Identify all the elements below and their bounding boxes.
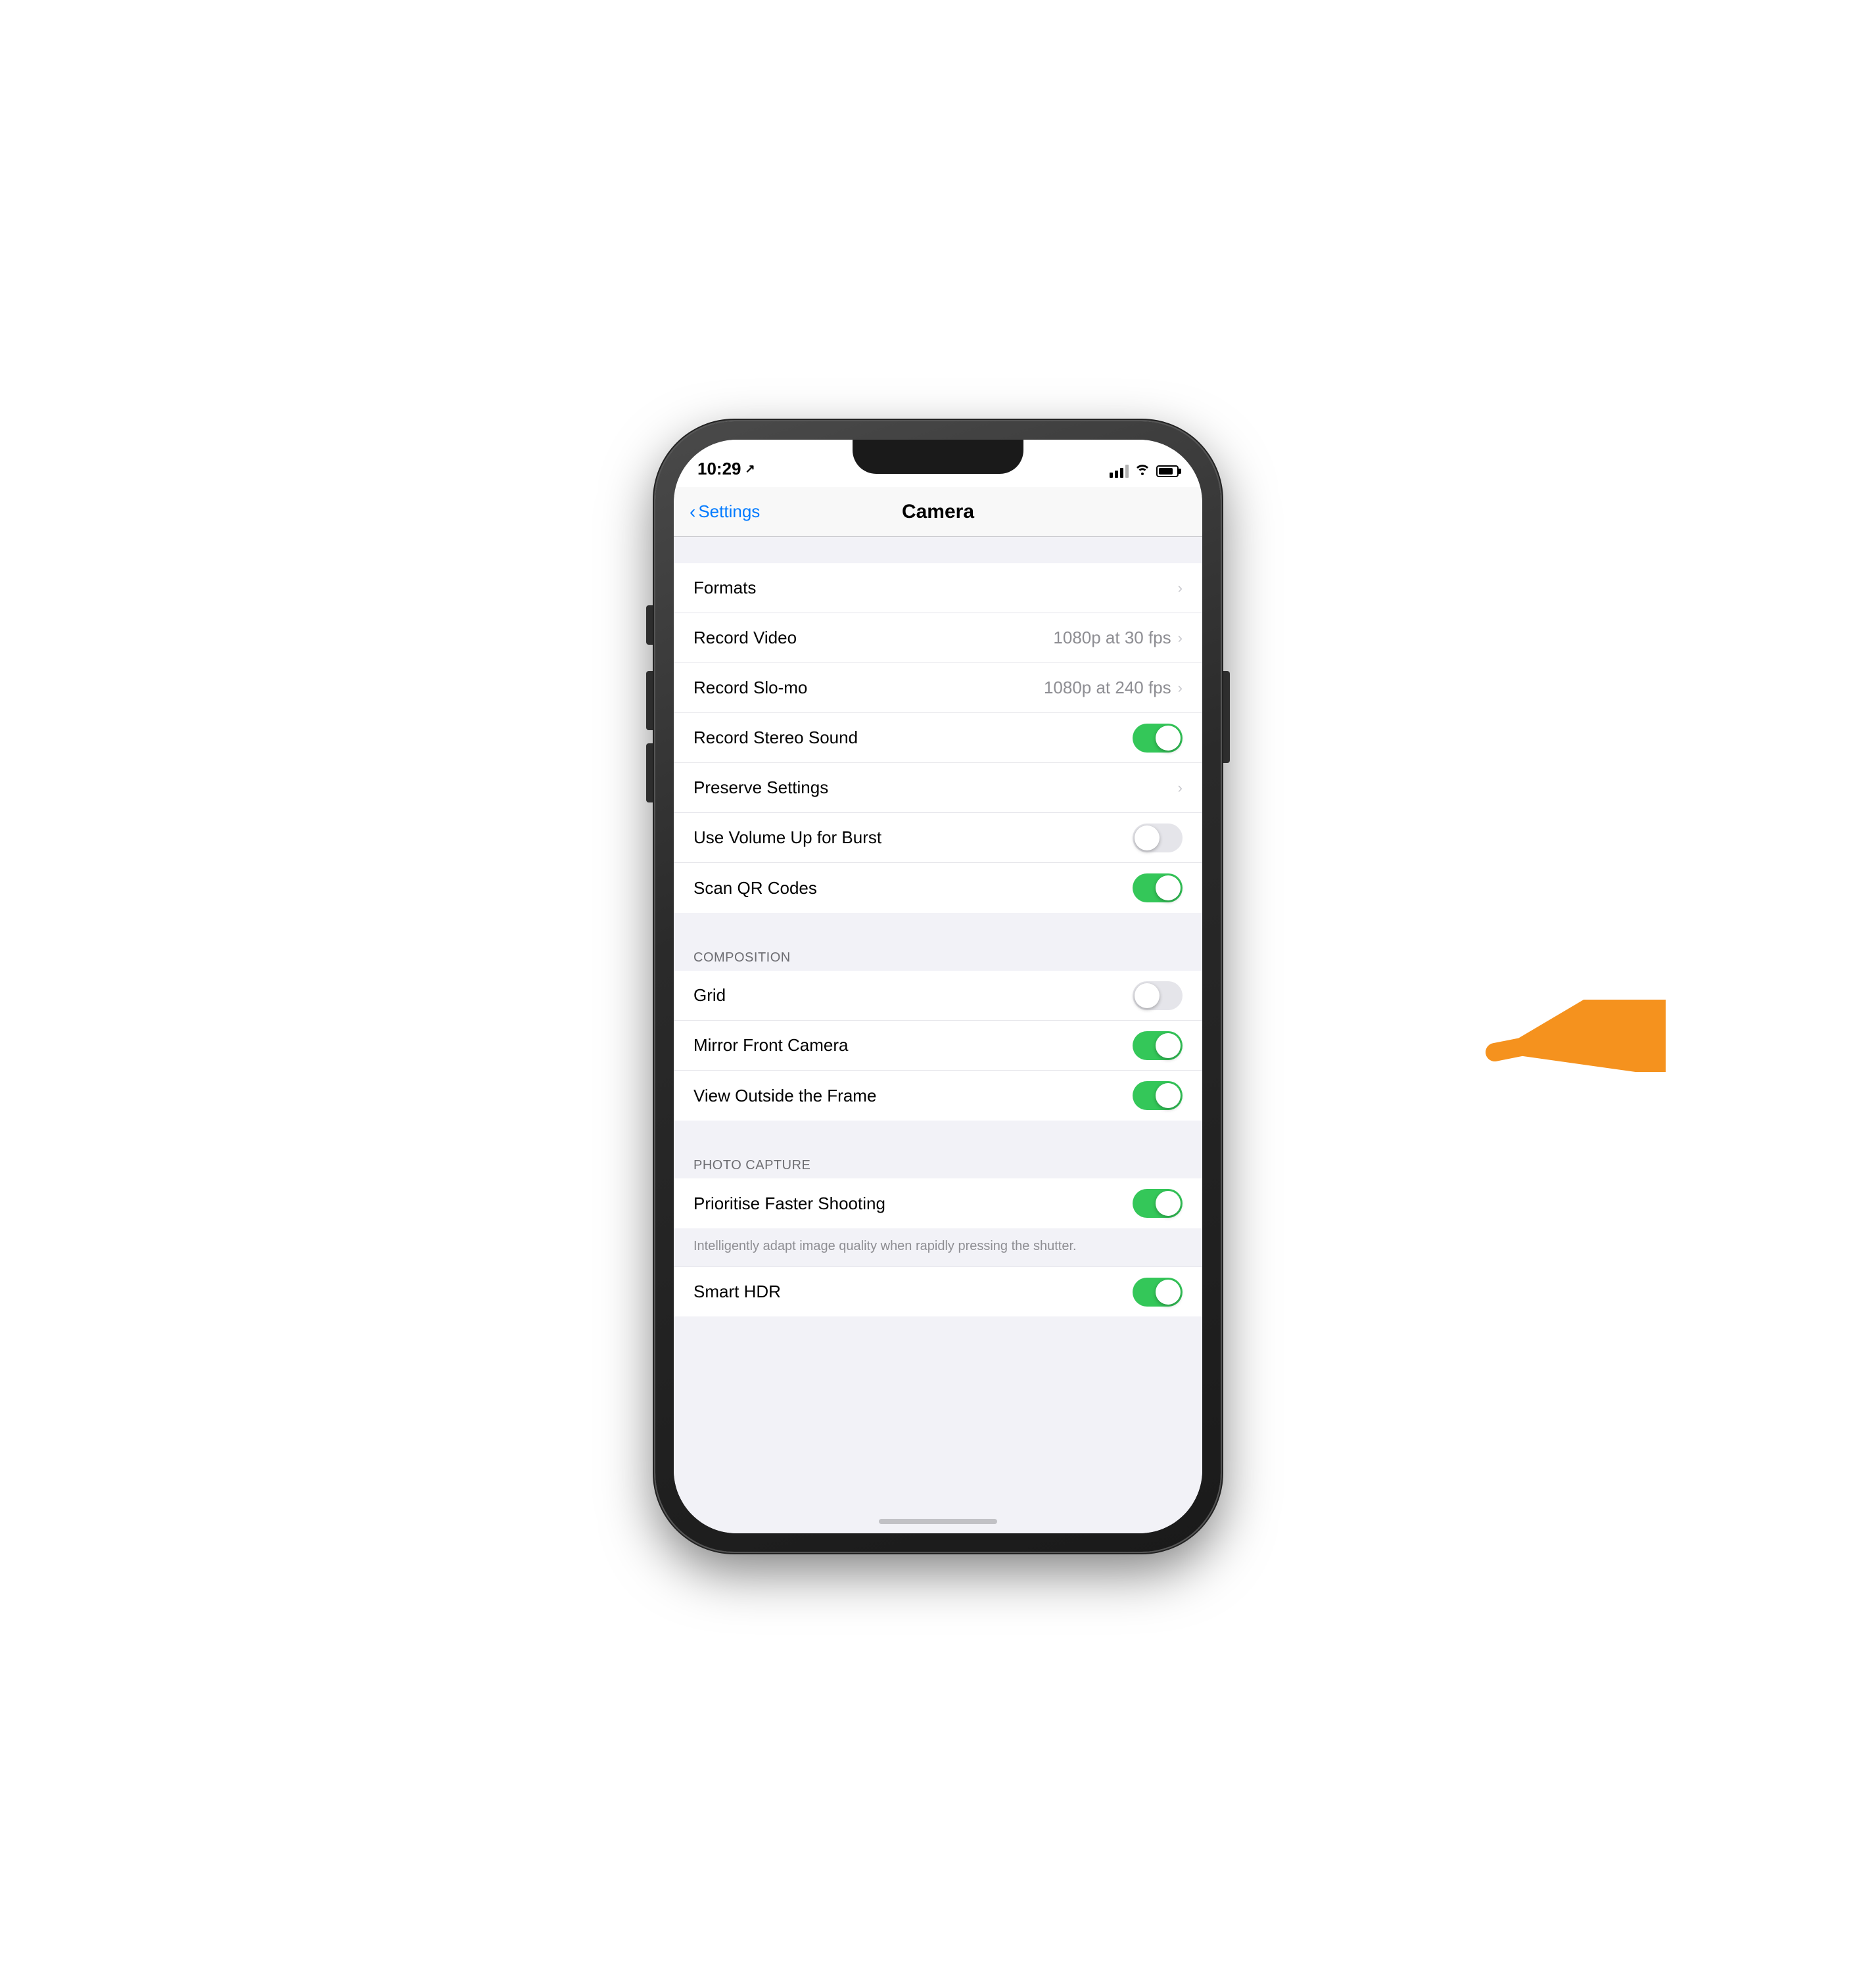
formats-right: › xyxy=(1178,580,1183,597)
faster-shooting-row: Prioritise Faster Shooting xyxy=(674,1178,1202,1228)
volume-down-button[interactable] xyxy=(646,743,655,802)
back-button[interactable]: ‹ Settings xyxy=(690,501,760,522)
photo-capture-header-label: PHOTO CAPTURE xyxy=(693,1158,810,1173)
composition-header: COMPOSITION xyxy=(674,939,1202,971)
record-slomo-chevron-icon: › xyxy=(1178,680,1183,697)
toggle-knob xyxy=(1156,1033,1181,1058)
volume-burst-label: Use Volume Up for Burst xyxy=(693,827,881,848)
top-gap xyxy=(674,537,1202,563)
smart-hdr-toggle[interactable] xyxy=(1133,1278,1183,1307)
page-title: Camera xyxy=(902,501,974,523)
composition-settings-group: Grid Mirror Front Camera View Outside th… xyxy=(674,971,1202,1121)
preserve-settings-row[interactable]: Preserve Settings › xyxy=(674,763,1202,813)
formats-label: Formats xyxy=(693,578,756,598)
back-chevron-icon: ‹ xyxy=(690,501,695,522)
scan-qr-row: Scan QR Codes xyxy=(674,863,1202,913)
record-stereo-label: Record Stereo Sound xyxy=(693,728,858,748)
grid-toggle[interactable] xyxy=(1133,981,1183,1010)
toggle-knob xyxy=(1156,1083,1181,1108)
toggle-knob xyxy=(1135,825,1160,850)
battery-icon xyxy=(1156,465,1179,477)
toggle-knob xyxy=(1156,1280,1181,1305)
composition-gap xyxy=(674,913,1202,939)
toggle-knob xyxy=(1156,1191,1181,1216)
record-slomo-right: 1080p at 240 fps › xyxy=(1044,678,1183,698)
view-outside-label: View Outside the Frame xyxy=(693,1086,876,1106)
grid-row: Grid xyxy=(674,971,1202,1021)
mirror-front-label: Mirror Front Camera xyxy=(693,1035,848,1056)
preserve-settings-label: Preserve Settings xyxy=(693,778,828,798)
volume-burst-row: Use Volume Up for Burst xyxy=(674,813,1202,863)
smart-hdr-label: Smart HDR xyxy=(693,1282,781,1302)
grid-label: Grid xyxy=(693,985,726,1006)
volume-burst-toggle[interactable] xyxy=(1133,824,1183,852)
scan-qr-label: Scan QR Codes xyxy=(693,878,817,898)
location-icon: ↗ xyxy=(745,462,755,476)
record-video-row[interactable]: Record Video 1080p at 30 fps › xyxy=(674,613,1202,663)
toggle-knob xyxy=(1156,875,1181,900)
view-outside-row: View Outside the Frame xyxy=(674,1071,1202,1121)
smart-hdr-row: Smart HDR xyxy=(674,1266,1202,1316)
arrow-annotation xyxy=(1455,1000,1666,1075)
composition-header-label: COMPOSITION xyxy=(693,950,791,965)
faster-shooting-toggle[interactable] xyxy=(1133,1189,1183,1218)
navigation-bar: ‹ Settings Camera xyxy=(674,487,1202,537)
photo-capture-settings-group: Prioritise Faster Shooting xyxy=(674,1178,1202,1228)
wifi-icon xyxy=(1135,463,1150,479)
mirror-front-toggle[interactable] xyxy=(1133,1031,1183,1060)
record-slomo-label: Record Slo-mo xyxy=(693,678,807,698)
signal-icon xyxy=(1110,465,1129,478)
faster-shooting-label: Prioritise Faster Shooting xyxy=(693,1194,885,1214)
record-video-label: Record Video xyxy=(693,628,797,648)
phone-screen: 10:29 ↗ xyxy=(674,440,1202,1533)
status-icons xyxy=(1110,463,1179,479)
back-label: Settings xyxy=(698,501,760,522)
main-settings-group: Formats › Record Video 1080p at 30 fps › xyxy=(674,563,1202,913)
record-stereo-toggle[interactable] xyxy=(1133,724,1183,753)
view-outside-toggle[interactable] xyxy=(1133,1081,1183,1110)
record-stereo-row: Record Stereo Sound xyxy=(674,713,1202,763)
record-video-chevron-icon: › xyxy=(1178,630,1183,647)
mirror-front-row: Mirror Front Camera xyxy=(674,1021,1202,1071)
record-video-value: 1080p at 30 fps xyxy=(1053,628,1171,648)
power-button[interactable] xyxy=(1221,671,1230,763)
phone-device: 10:29 ↗ xyxy=(655,421,1221,1552)
time-label: 10:29 xyxy=(697,459,741,479)
preserve-settings-right: › xyxy=(1178,779,1183,797)
phone-body: 10:29 ↗ xyxy=(655,421,1221,1552)
photo-capture-gap xyxy=(674,1121,1202,1147)
status-time: 10:29 ↗ xyxy=(697,459,755,479)
settings-content: Formats › Record Video 1080p at 30 fps › xyxy=(674,537,1202,1533)
record-video-right: 1080p at 30 fps › xyxy=(1053,628,1183,648)
scan-qr-toggle[interactable] xyxy=(1133,873,1183,902)
photo-capture-header: PHOTO CAPTURE xyxy=(674,1147,1202,1178)
volume-up-button[interactable] xyxy=(646,671,655,730)
smart-hdr-group: Smart HDR xyxy=(674,1266,1202,1316)
formats-chevron-icon: › xyxy=(1178,580,1183,597)
home-indicator xyxy=(879,1519,997,1524)
mute-button[interactable] xyxy=(646,605,655,645)
record-slomo-row[interactable]: Record Slo-mo 1080p at 240 fps › xyxy=(674,663,1202,713)
formats-row[interactable]: Formats › xyxy=(674,563,1202,613)
preserve-settings-chevron-icon: › xyxy=(1178,779,1183,797)
toggle-knob xyxy=(1135,983,1160,1008)
faster-shooting-description: Intelligently adapt image quality when r… xyxy=(674,1228,1202,1266)
notch xyxy=(853,440,1023,474)
arrow-svg xyxy=(1455,1000,1666,1072)
record-slomo-value: 1080p at 240 fps xyxy=(1044,678,1171,698)
toggle-knob xyxy=(1156,726,1181,751)
